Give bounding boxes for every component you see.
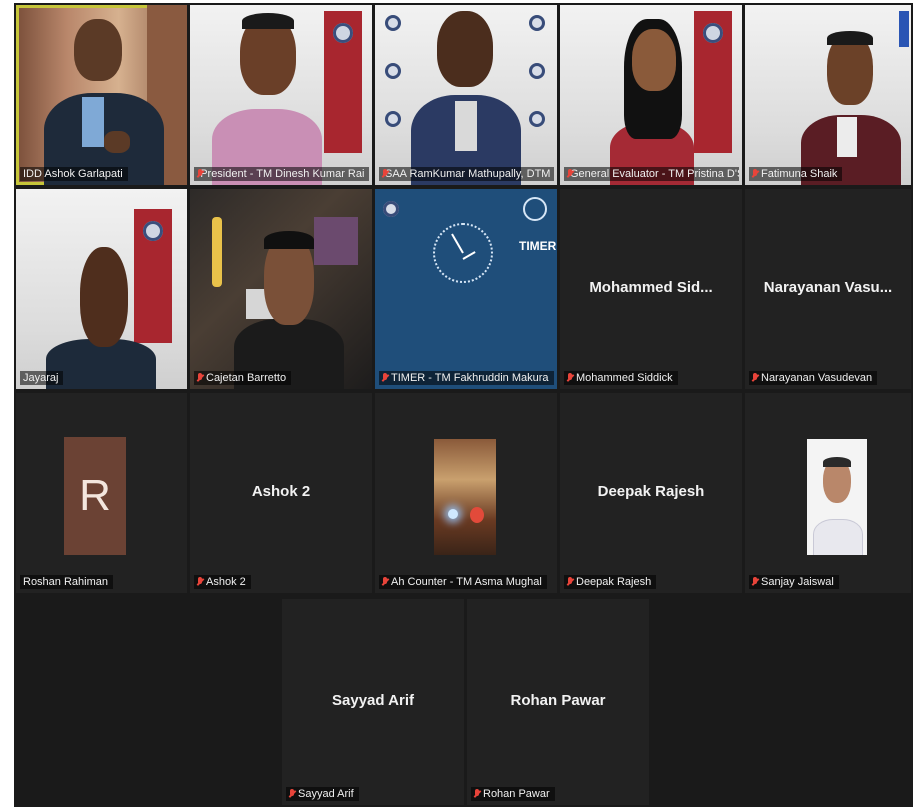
stopwatch-icon bbox=[523, 197, 547, 221]
participant-tile[interactable]: President - TM Dinesh Kumar Rai bbox=[190, 5, 372, 185]
muted-mic-icon bbox=[474, 789, 480, 799]
participant-name-label: Narayanan Vasudevan bbox=[749, 371, 878, 385]
participant-video: TIMER bbox=[375, 189, 557, 389]
muted-mic-icon bbox=[567, 577, 573, 587]
participant-video bbox=[190, 5, 372, 185]
muted-mic-icon bbox=[567, 373, 573, 383]
participant-video bbox=[16, 5, 187, 185]
participant-video bbox=[375, 5, 557, 185]
participant-name-label: Cajetan Barretto bbox=[194, 371, 292, 385]
participant-name-label: Jayaraj bbox=[20, 371, 64, 385]
participant-tile[interactable]: TIMER TIMER - TM Fakhruddin Makura bbox=[375, 189, 557, 389]
profile-photo bbox=[807, 439, 867, 555]
participant-name-label: Ashok 2 bbox=[194, 575, 251, 589]
participant-display-name: Deepak Rajesh bbox=[597, 482, 705, 500]
participant-tile[interactable]: Jayaraj bbox=[16, 189, 187, 389]
participant-name-label: IDD Ashok Garlapati bbox=[20, 167, 128, 181]
participant-tile[interactable]: SAA RamKumar Mathupally, DTM bbox=[375, 5, 557, 185]
participant-name-label: Deepak Rajesh bbox=[564, 575, 657, 589]
avatar: R bbox=[64, 437, 126, 555]
muted-mic-icon bbox=[289, 789, 295, 799]
participant-tile[interactable]: Sayyad Arif Sayyad Arif bbox=[282, 599, 464, 805]
participant-tile[interactable]: Rohan Pawar Rohan Pawar bbox=[467, 599, 649, 805]
participant-tile[interactable]: Mohammed Sid... Mohammed Siddick bbox=[560, 189, 742, 389]
participant-name-label: Roshan Rahiman bbox=[20, 575, 113, 589]
clock-icon bbox=[433, 223, 493, 283]
participant-name-label: Ah Counter - TM Asma Mughal bbox=[379, 575, 547, 589]
participant-tile[interactable]: Ah Counter - TM Asma Mughal bbox=[375, 393, 557, 593]
muted-mic-icon bbox=[197, 577, 203, 587]
muted-mic-icon bbox=[752, 373, 758, 383]
profile-photo bbox=[434, 439, 496, 555]
participant-tile[interactable]: Ashok 2 Ashok 2 bbox=[190, 393, 372, 593]
participant-name-label: Sayyad Arif bbox=[286, 787, 359, 801]
participant-name-label: General Evaluator - TM Pristina D'Souza bbox=[564, 167, 740, 181]
participant-display-name: Rohan Pawar bbox=[510, 691, 606, 709]
participant-name-label: Mohammed Siddick bbox=[564, 371, 678, 385]
gallery-view: IDD Ashok Garlapati President - TM Dines… bbox=[14, 3, 913, 807]
timer-text: TIMER bbox=[519, 239, 557, 253]
participant-tile[interactable]: Deepak Rajesh Deepak Rajesh bbox=[560, 393, 742, 593]
participant-tile[interactable]: Narayanan Vasu... Narayanan Vasudevan bbox=[745, 189, 911, 389]
participant-tile[interactable]: IDD Ashok Garlapati bbox=[16, 5, 187, 185]
participant-display-name: Sayyad Arif bbox=[332, 691, 414, 709]
participant-video bbox=[560, 5, 742, 185]
participant-tile[interactable]: Fatimuna Shaik bbox=[745, 5, 911, 185]
muted-mic-icon bbox=[752, 577, 758, 587]
participant-name-label: TIMER - TM Fakhruddin Makura bbox=[379, 371, 554, 385]
muted-mic-icon bbox=[382, 577, 388, 587]
participant-video bbox=[745, 5, 911, 185]
muted-mic-icon bbox=[752, 169, 758, 179]
participant-tile[interactable]: General Evaluator - TM Pristina D'Souza bbox=[560, 5, 742, 185]
participant-display-name: Narayanan Vasu... bbox=[763, 278, 893, 296]
participant-tile[interactable]: R Roshan Rahiman bbox=[16, 393, 187, 593]
participant-tile[interactable]: Cajetan Barretto bbox=[190, 189, 372, 389]
muted-mic-icon bbox=[382, 373, 388, 383]
participant-name-label: President - TM Dinesh Kumar Rai bbox=[194, 167, 370, 181]
participant-name-label: SAA RamKumar Mathupally, DTM bbox=[379, 167, 555, 181]
participant-display-name: Mohammed Sid... bbox=[589, 278, 713, 296]
participant-name-label: Rohan Pawar bbox=[471, 787, 555, 801]
participant-video bbox=[16, 189, 187, 389]
participant-video bbox=[190, 189, 372, 389]
muted-mic-icon bbox=[197, 373, 203, 383]
participant-tile[interactable]: Sanjay Jaiswal bbox=[745, 393, 911, 593]
participant-display-name: Ashok 2 bbox=[251, 482, 311, 500]
participant-name-label: Sanjay Jaiswal bbox=[749, 575, 839, 589]
participant-name-label: Fatimuna Shaik bbox=[749, 167, 843, 181]
